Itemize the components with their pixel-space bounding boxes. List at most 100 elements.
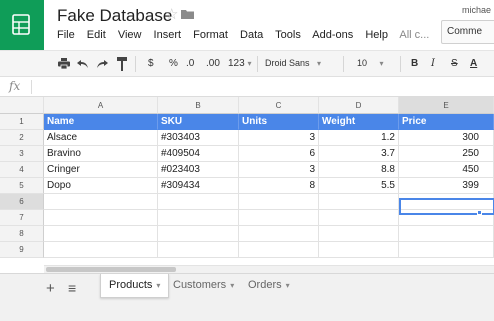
column-header-c[interactable]: C <box>239 97 319 114</box>
italic-button[interactable]: I <box>431 58 435 69</box>
table-cell[interactable]: 6 <box>239 146 319 162</box>
menu-edit[interactable]: Edit <box>87 29 106 41</box>
chevron-down-icon[interactable]: ▾ <box>230 281 234 290</box>
menu-insert[interactable]: Insert <box>154 29 182 41</box>
column-header-b[interactable]: B <box>158 97 239 114</box>
table-header-cell[interactable]: Name <box>44 114 158 130</box>
menu-help[interactable]: Help <box>365 29 388 41</box>
table-header-cell[interactable]: Price <box>399 114 494 130</box>
table-cell[interactable] <box>44 242 158 258</box>
row-header[interactable]: 8 <box>0 226 44 242</box>
document-title[interactable]: Fake Database <box>57 6 172 26</box>
table-cell[interactable] <box>158 226 239 242</box>
table-cell[interactable] <box>399 242 494 258</box>
table-cell[interactable] <box>319 226 399 242</box>
column-header-a[interactable]: A <box>44 97 158 114</box>
column-header-e[interactable]: E <box>399 97 494 114</box>
print-icon[interactable] <box>58 58 70 70</box>
table-cell[interactable]: 8 <box>239 178 319 194</box>
increase-decimals-button[interactable]: .00 <box>206 58 220 69</box>
user-name[interactable]: michae <box>451 5 491 15</box>
table-cell[interactable] <box>44 226 158 242</box>
table-cell[interactable]: 1.2 <box>319 130 399 146</box>
more-formats-button[interactable]: 123 ▾ <box>228 58 251 69</box>
row-header[interactable]: 6 <box>0 194 44 210</box>
sheets-logo[interactable] <box>0 0 44 50</box>
menu-file[interactable]: File <box>57 29 75 41</box>
fill-handle[interactable] <box>477 210 482 215</box>
percent-format-button[interactable]: % <box>169 58 178 69</box>
table-cell[interactable] <box>158 242 239 258</box>
scrollbar-thumb[interactable] <box>46 267 176 272</box>
table-cell[interactable] <box>319 242 399 258</box>
table-cell[interactable]: 5.5 <box>319 178 399 194</box>
add-sheet-icon[interactable]: + <box>46 280 55 297</box>
row-header[interactable]: 3 <box>0 146 44 162</box>
table-cell[interactable]: Dopo <box>44 178 158 194</box>
paint-format-icon[interactable] <box>117 57 127 71</box>
sheet-tab-customers[interactable]: Customers ▾ <box>165 274 242 298</box>
row-header[interactable]: 4 <box>0 162 44 178</box>
menu-format[interactable]: Format <box>193 29 228 41</box>
table-cell[interactable]: #023403 <box>158 162 239 178</box>
row-header[interactable]: 5 <box>0 178 44 194</box>
folder-icon[interactable] <box>181 9 194 19</box>
table-header-cell[interactable]: SKU <box>158 114 239 130</box>
table-cell[interactable]: 399 <box>399 178 494 194</box>
all-changes-saved-link[interactable]: All c... <box>399 29 429 41</box>
table-cell[interactable]: 8.8 <box>319 162 399 178</box>
bold-button[interactable]: B <box>411 58 418 69</box>
table-cell[interactable] <box>239 210 319 226</box>
all-sheets-menu-icon[interactable]: ≡ <box>68 280 76 296</box>
strikethrough-button[interactable]: S <box>451 58 458 69</box>
table-cell[interactable]: Cringer <box>44 162 158 178</box>
redo-icon[interactable] <box>96 59 108 69</box>
select-all-corner[interactable] <box>0 97 44 114</box>
table-cell[interactable]: Alsace <box>44 130 158 146</box>
table-cell[interactable]: 3 <box>239 162 319 178</box>
menu-view[interactable]: View <box>118 29 142 41</box>
comments-button[interactable]: Comme <box>441 20 494 44</box>
chevron-down-icon[interactable]: ▾ <box>286 281 290 290</box>
table-header-cell[interactable]: Units <box>239 114 319 130</box>
sheet-tab-orders[interactable]: Orders ▾ <box>240 274 298 298</box>
table-cell[interactable]: 3 <box>239 130 319 146</box>
table-cell[interactable] <box>158 210 239 226</box>
table-cell[interactable] <box>399 226 494 242</box>
table-cell[interactable]: 3.7 <box>319 146 399 162</box>
table-cell[interactable] <box>239 226 319 242</box>
decrease-decimals-button[interactable]: .0 <box>186 58 194 69</box>
horizontal-scrollbar[interactable] <box>44 265 494 273</box>
table-cell[interactable]: 300 <box>399 130 494 146</box>
row-header[interactable]: 9 <box>0 242 44 258</box>
font-family-select[interactable]: Droid Sans ▾ <box>265 58 321 68</box>
sheet-tab-products[interactable]: Products ▾ <box>100 274 170 298</box>
font-size-select[interactable]: 10 ▾ <box>357 58 384 68</box>
table-cell[interactable] <box>319 210 399 226</box>
row-header[interactable]: 7 <box>0 210 44 226</box>
formula-input[interactable] <box>36 80 476 94</box>
table-cell[interactable] <box>239 242 319 258</box>
column-header-d[interactable]: D <box>319 97 399 114</box>
table-cell[interactable]: Bravino <box>44 146 158 162</box>
table-cell[interactable]: #303403 <box>158 130 239 146</box>
menu-addons[interactable]: Add-ons <box>312 29 353 41</box>
menu-data[interactable]: Data <box>240 29 263 41</box>
table-cell[interactable]: 450 <box>399 162 494 178</box>
menu-tools[interactable]: Tools <box>275 29 301 41</box>
text-color-button[interactable]: A <box>470 58 477 69</box>
table-cell[interactable] <box>319 194 399 210</box>
table-cell[interactable] <box>44 194 158 210</box>
undo-icon[interactable] <box>77 59 89 69</box>
table-cell[interactable] <box>158 194 239 210</box>
table-cell[interactable]: #309434 <box>158 178 239 194</box>
table-cell[interactable]: 250 <box>399 146 494 162</box>
star-icon[interactable]: ☆ <box>165 5 178 23</box>
table-header-cell[interactable]: Weight <box>319 114 399 130</box>
table-cell[interactable]: #409504 <box>158 146 239 162</box>
chevron-down-icon[interactable]: ▾ <box>156 281 160 290</box>
row-header[interactable]: 2 <box>0 130 44 146</box>
table-cell[interactable] <box>44 210 158 226</box>
row-header[interactable]: 1 <box>0 114 44 130</box>
currency-format-button[interactable]: $ <box>148 58 154 69</box>
